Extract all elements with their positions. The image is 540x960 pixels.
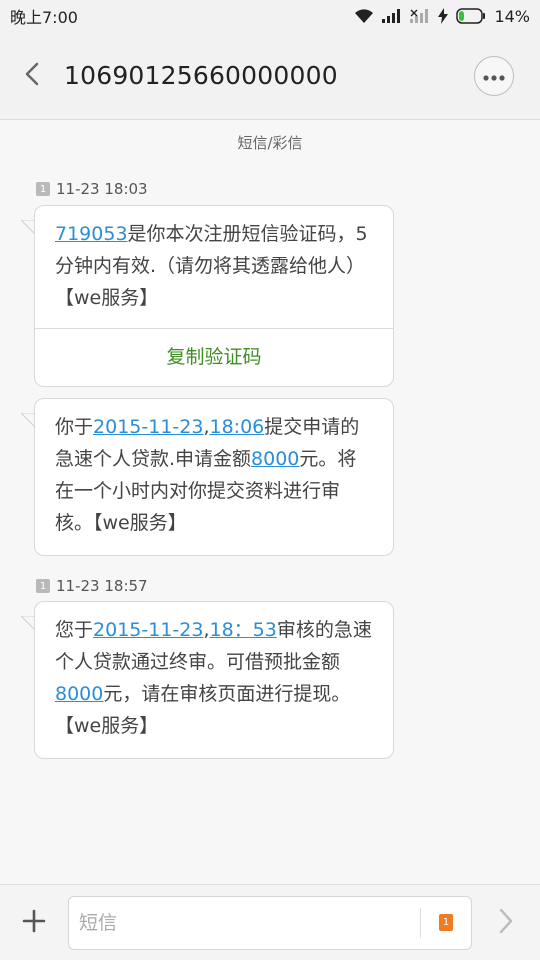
message-bubble-loan-approved[interactable]: 您于2015-11-23,18：53审核的急速个人贷款通过终审。可借预批金额80… <box>21 601 394 759</box>
message-text: 你于2015-11-23,18:06提交申请的急速个人贷款.申请金额8000元。… <box>35 399 393 553</box>
more-dots-icon <box>483 66 505 85</box>
battery-percent: 14% <box>494 6 530 26</box>
message-text-part: 你于 <box>55 416 94 438</box>
message-input[interactable] <box>69 896 420 949</box>
chevron-left-icon <box>25 62 39 90</box>
time-link[interactable]: 18：53 <box>209 619 276 641</box>
charging-icon <box>438 8 449 24</box>
timestamp-group-2: 1 11-23 18:57 <box>36 577 148 595</box>
status-icons: 14% <box>354 7 530 26</box>
bubble-tail <box>21 413 35 427</box>
date-link[interactable]: 2015-11-23 <box>93 619 203 641</box>
message-text: 您于2015-11-23,18：53审核的急速个人贷款通过终审。可借预批金额80… <box>35 602 393 756</box>
verification-code-link[interactable]: 719053 <box>55 223 128 245</box>
status-time: 晚上7:00 <box>10 8 78 27</box>
amount-link[interactable]: 8000 <box>251 448 299 470</box>
compose-bar: 1 <box>0 884 540 960</box>
battery-icon <box>456 8 486 24</box>
amount-link[interactable]: 8000 <box>55 683 103 705</box>
status-bar: 晚上7:00 14% <box>0 0 540 32</box>
bubble-tail <box>21 616 35 630</box>
sim-card-icon: 1 <box>36 579 50 593</box>
contact-number-title: 10690125660000000 <box>64 61 338 90</box>
message-text-part: 您于 <box>55 619 94 641</box>
back-button[interactable] <box>0 32 64 120</box>
message-bubble-verification[interactable]: 719053是你本次注册短信验证码，5分钟内有效.（请勿将其透露给他人）【we服… <box>21 205 394 387</box>
add-attachment-button[interactable] <box>0 885 68 960</box>
sim-card-icon: 1 <box>36 182 50 196</box>
send-button[interactable] <box>472 885 540 960</box>
wifi-icon <box>354 8 374 24</box>
sim-card-icon: 1 <box>439 914 453 931</box>
bubble-tail <box>21 220 35 234</box>
message-input-container: 1 <box>68 895 472 950</box>
signal-empty-icon <box>410 9 430 23</box>
chevron-right-icon <box>499 908 513 938</box>
time-link[interactable]: 18:06 <box>209 416 264 438</box>
sim-select-button[interactable]: 1 <box>421 896 471 950</box>
message-bubble-loan-application[interactable]: 你于2015-11-23,18:06提交申请的急速个人贷款.申请金额8000元。… <box>21 398 394 556</box>
message-type-label: 短信/彩信 <box>237 134 303 152</box>
timestamp-group-1: 1 11-23 18:03 <box>36 180 148 198</box>
more-options-button[interactable] <box>474 55 514 96</box>
timestamp-text: 11-23 18:03 <box>56 180 148 198</box>
timestamp-text: 11-23 18:57 <box>56 577 148 595</box>
date-link[interactable]: 2015-11-23 <box>93 416 203 438</box>
conversation-header: 10690125660000000 <box>0 32 540 120</box>
copy-verification-code-button[interactable]: 复制验证码 <box>35 328 393 382</box>
plus-icon <box>22 909 46 937</box>
message-text: 719053是你本次注册短信验证码，5分钟内有效.（请勿将其透露给他人）【we服… <box>35 206 393 328</box>
signal-icon <box>382 9 402 23</box>
